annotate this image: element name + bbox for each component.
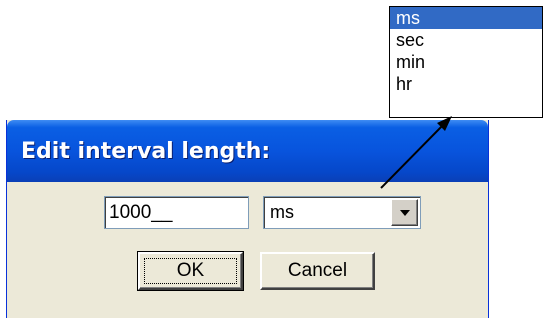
callout-arrow-icon [380,116,452,189]
